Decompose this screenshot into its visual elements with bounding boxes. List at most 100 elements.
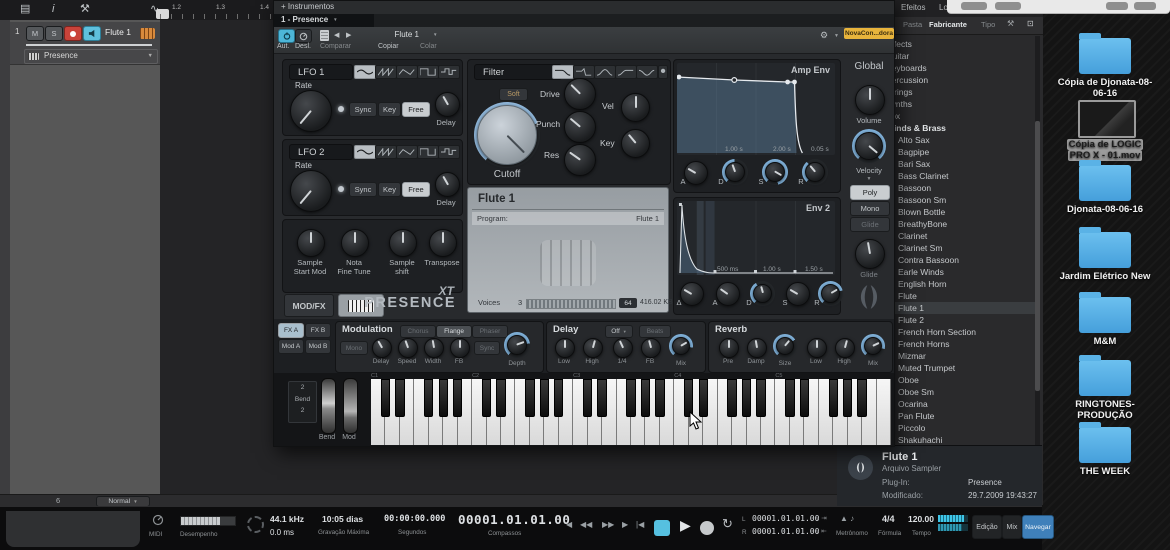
piano-key-black[interactable]: [641, 379, 650, 417]
list-item[interactable]: English Horn: [881, 278, 1036, 290]
cutoff-knob[interactable]: [477, 105, 537, 165]
autopunch-out-icon[interactable]: ∿ ⇤: [814, 528, 827, 535]
piano-key-black[interactable]: [742, 379, 751, 417]
filter-type-hp[interactable]: [615, 65, 637, 79]
filter-type-bp[interactable]: [594, 65, 616, 79]
track-row[interactable]: 1 M S Flute 1 Presence ▼: [10, 22, 160, 65]
record-arm-button[interactable]: [64, 26, 82, 41]
background-window-button[interactable]: [961, 2, 987, 10]
delay-low-knob[interactable]: [555, 338, 575, 358]
transpose-knob[interactable]: [429, 229, 457, 257]
list-item-category[interactable]: Percussion: [881, 74, 1036, 86]
list-item[interactable]: French Horn Section: [881, 326, 1036, 338]
instrument-selector[interactable]: Presence ▼: [24, 49, 158, 64]
piano-key-black[interactable]: [785, 379, 794, 417]
mod-fb-knob[interactable]: [450, 338, 470, 358]
piano-key-black[interactable]: [525, 379, 534, 417]
stop-button[interactable]: [654, 520, 670, 536]
list-item[interactable]: Bari Sax: [881, 158, 1036, 170]
glide-button[interactable]: Glide: [850, 217, 890, 232]
lfo1-key-button[interactable]: Key: [378, 102, 401, 117]
edit-view-button[interactable]: Edição: [972, 515, 1002, 539]
env2-decay-knob[interactable]: [753, 284, 772, 303]
background-window-button[interactable]: [1134, 2, 1156, 10]
folder-label[interactable]: M&M: [1057, 337, 1153, 348]
mod-sync-button[interactable]: Sync: [474, 341, 500, 355]
time-display[interactable]: 00:00:00.000: [384, 514, 445, 524]
filter-key-knob[interactable]: [621, 129, 650, 158]
tab-active-instance[interactable]: 1 - Presence ▼: [274, 14, 374, 27]
list-item[interactable]: Bass Clarinet: [881, 170, 1036, 182]
lfo1-wave-tri[interactable]: [396, 65, 418, 79]
list-item[interactable]: BreathyBone: [881, 218, 1036, 230]
sample-start-knob[interactable]: [297, 229, 325, 257]
lfo1-wave-square[interactable]: [417, 65, 439, 79]
bypass-button[interactable]: [295, 29, 312, 43]
reverb-high-knob[interactable]: [835, 338, 855, 358]
folder-icon[interactable]: [1079, 297, 1131, 333]
next-preset-icon[interactable]: ▶: [346, 32, 351, 40]
wrench-icon[interactable]: ⚒: [1007, 20, 1014, 29]
folder-label[interactable]: Cópia de Djonata-08-06-16: [1057, 78, 1153, 100]
list-item[interactable]: Oboe Sm: [881, 386, 1036, 398]
lfo1-rate-knob[interactable]: [290, 90, 332, 132]
piano-key-black[interactable]: [453, 379, 462, 417]
filter-type-lp-res[interactable]: [573, 65, 595, 79]
list-item[interactable]: Bassoon Sm: [881, 194, 1036, 206]
folder-label[interactable]: RINGTONES-PRODUÇÃO: [1061, 400, 1149, 422]
list-item-category[interactable]: Synths: [881, 98, 1036, 110]
gear-icon[interactable]: ⚙: [820, 31, 828, 41]
delay-time-knob[interactable]: [613, 338, 633, 358]
arrange-view-icon[interactable]: ▤: [20, 3, 30, 15]
nudge-forward-button[interactable]: ▶: [622, 521, 628, 530]
browse-view-button[interactable]: Navegar: [1022, 515, 1054, 539]
compare-button[interactable]: Comparar: [320, 43, 351, 51]
tempo-value[interactable]: 120.00: [908, 514, 934, 524]
list-item[interactable]: Pan Flute: [881, 410, 1036, 422]
detach-icon[interactable]: ⊡: [1027, 20, 1034, 29]
sample-shift-knob[interactable]: [389, 229, 417, 257]
reverb-low-knob[interactable]: [807, 338, 827, 358]
delay-mix-knob[interactable]: [672, 337, 690, 355]
list-item-category[interactable]: Vox: [881, 110, 1036, 122]
piano-key-black[interactable]: [800, 379, 809, 417]
time-signature[interactable]: 4/4: [882, 514, 895, 524]
piano-key-black[interactable]: [829, 379, 838, 417]
list-item[interactable]: Blown Bottle: [881, 206, 1036, 218]
volume-knob[interactable]: [855, 85, 885, 115]
res-knob[interactable]: [564, 144, 596, 176]
env2-release-knob[interactable]: [821, 284, 840, 303]
piano-key-black[interactable]: [554, 379, 563, 417]
lfo1-wave-saw[interactable]: [375, 65, 397, 79]
list-item-category[interactable]: Effects: [881, 38, 1036, 50]
amp-sustain-knob[interactable]: [765, 162, 785, 182]
list-item[interactable]: Piccolo: [881, 422, 1036, 434]
max-voices-badge[interactable]: 64: [619, 298, 637, 308]
flange-button[interactable]: Flange: [436, 325, 472, 338]
copy-button[interactable]: Copiar: [378, 43, 399, 51]
loop-end-value[interactable]: 00001.01.01.00: [752, 527, 819, 536]
fxb-button[interactable]: FX B: [305, 323, 331, 338]
folder-icon[interactable]: [1079, 165, 1131, 201]
solo-button[interactable]: S: [45, 26, 63, 41]
video-file-icon[interactable]: [1078, 100, 1136, 138]
performance-meter[interactable]: [180, 516, 236, 526]
amp-env-display[interactable]: Amp Env 1.00 s 2.00 s 0.05 s: [677, 63, 835, 155]
prev-preset-icon[interactable]: ◀: [334, 32, 339, 40]
mod-depth-knob[interactable]: [507, 335, 527, 355]
lfo1-wave-sh[interactable]: [438, 65, 460, 79]
list-item[interactable]: Bassoon: [881, 182, 1036, 194]
lfo2-wave-sine[interactable]: [354, 145, 376, 159]
program-row[interactable]: Program: Flute 1: [472, 212, 664, 225]
piano-key-black[interactable]: [381, 379, 390, 417]
piano-key-white[interactable]: [877, 379, 891, 445]
folder-label[interactable]: Jardim Elétrico New: [1057, 272, 1153, 283]
folder-label[interactable]: THE WEEK: [1057, 467, 1153, 478]
loop-button[interactable]: ↻: [722, 517, 733, 531]
mod-mono-button[interactable]: Mono: [340, 341, 368, 355]
moda-button[interactable]: Mod A: [278, 339, 304, 354]
modfx-button[interactable]: MOD/FX: [284, 294, 334, 317]
list-item[interactable]: Alto Sax: [881, 134, 1036, 146]
background-window-button[interactable]: [995, 2, 1021, 10]
piano-key-black[interactable]: [439, 379, 448, 417]
